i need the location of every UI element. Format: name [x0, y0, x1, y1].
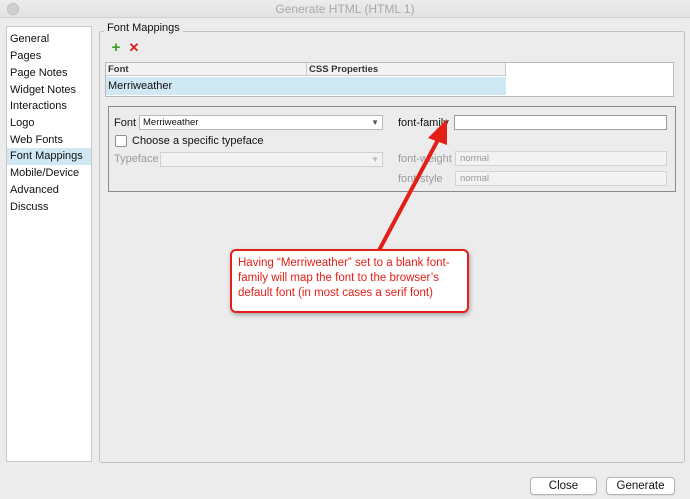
font-label: Font — [114, 117, 137, 129]
sidebar-item-mobile-device[interactable]: Mobile/Device — [7, 165, 91, 182]
generate-button[interactable]: Generate — [606, 477, 675, 495]
font-weight-field[interactable]: normal — [455, 151, 667, 166]
font-select[interactable]: Merriweather ▼ — [139, 115, 383, 130]
chevron-down-icon: ▼ — [371, 155, 379, 164]
sidebar-item-web-fonts[interactable]: Web Fonts — [7, 132, 91, 149]
font-family-label: font-family — [398, 117, 449, 129]
column-header-font[interactable]: Font — [106, 63, 307, 76]
font-weight-label: font-weight — [398, 153, 452, 165]
window-title: Generate HTML (HTML 1) — [275, 2, 415, 16]
panel-title: Font Mappings — [104, 22, 183, 34]
close-button[interactable]: Close — [530, 477, 597, 495]
sidebar-item-widget-notes[interactable]: Widget Notes — [7, 82, 91, 99]
sidebar: General Pages Page Notes Widget Notes In… — [6, 26, 92, 462]
annotation-callout: Having “Merriweather” set to a blank fon… — [230, 249, 469, 313]
column-header-css-properties[interactable]: CSS Properties — [307, 63, 506, 76]
delete-x-icon[interactable]: ✕ — [127, 41, 141, 55]
table-row[interactable]: Merriweather — [106, 77, 506, 95]
typeface-select[interactable]: ▼ — [160, 152, 383, 167]
sidebar-item-general[interactable]: General — [7, 31, 91, 48]
specific-typeface-label: Choose a specific typeface — [132, 135, 264, 147]
font-select-value: Merriweather — [143, 117, 199, 128]
plus-icon[interactable]: + — [109, 40, 123, 55]
sidebar-item-interactions[interactable]: Interactions — [7, 98, 91, 115]
typeface-label: Typeface — [114, 153, 159, 165]
specific-typeface-checkbox[interactable] — [115, 135, 127, 147]
sidebar-item-discuss[interactable]: Discuss — [7, 199, 91, 216]
sidebar-item-page-notes[interactable]: Page Notes — [7, 65, 91, 82]
sidebar-item-pages[interactable]: Pages — [7, 48, 91, 65]
font-style-label: font-style — [398, 173, 443, 185]
sidebar-item-advanced[interactable]: Advanced — [7, 182, 91, 199]
table-header: Font CSS Properties — [106, 63, 506, 76]
title-bar: Generate HTML (HTML 1) — [0, 0, 690, 18]
font-family-field[interactable] — [454, 115, 667, 130]
sidebar-item-logo[interactable]: Logo — [7, 115, 91, 132]
chevron-down-icon: ▼ — [371, 118, 379, 127]
sidebar-item-font-mappings[interactable]: Font Mappings — [7, 148, 91, 165]
font-mapping-table: Font CSS Properties Merriweather — [105, 62, 674, 97]
font-style-field[interactable]: normal — [455, 171, 667, 186]
